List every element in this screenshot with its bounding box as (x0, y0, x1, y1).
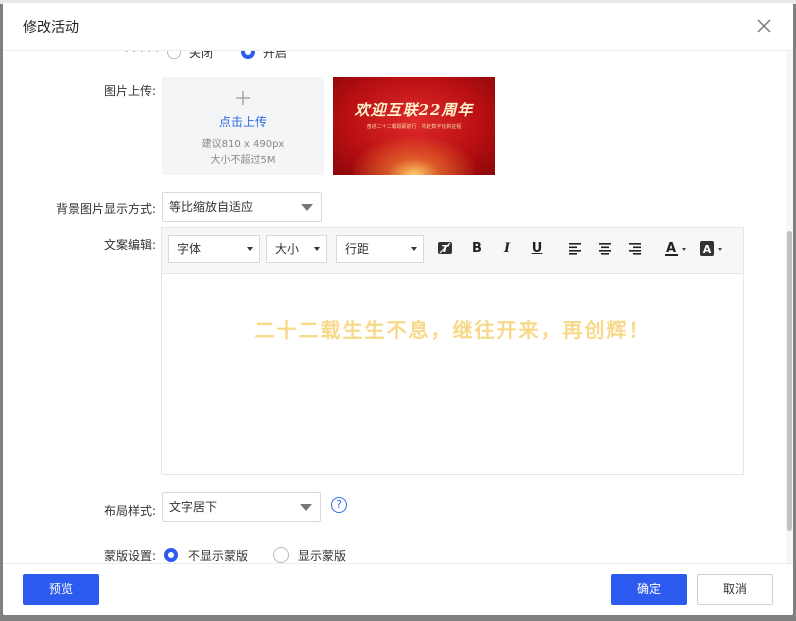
plus-icon (234, 89, 252, 110)
scrollbar-track[interactable] (786, 51, 793, 563)
dialog-title: 修改活动 (23, 20, 79, 36)
bg-display-value: 等比缩放自适应 (169, 200, 254, 214)
bold-icon[interactable]: B (468, 240, 486, 258)
banner-glow (353, 137, 475, 175)
scrollbar-thumb[interactable] (787, 231, 792, 531)
radio-show-mask[interactable] (273, 547, 289, 563)
upload-hint-limit: 大小不超过5M (210, 155, 276, 166)
font-size-value: 大小 (275, 242, 300, 256)
svg-text:A: A (666, 241, 676, 256)
layout-label: 布局样式: (103, 504, 156, 518)
cancel-button[interactable]: 取消 (697, 574, 773, 605)
rich-text-editor[interactable]: 字体 大小 行距 T B I U A A 二十二载生生不息，继往开来，再创辉！ (161, 227, 744, 475)
top-row-label: · · · · · (124, 51, 159, 58)
line-height-select[interactable]: 行距 (336, 235, 424, 263)
font-size-select[interactable]: 大小 (266, 235, 327, 263)
radio-show-mask-label: 显示蒙版 (298, 549, 347, 563)
radio-off[interactable] (167, 51, 181, 59)
editor-toolbar: 字体 大小 行距 T B I U A A (162, 228, 743, 274)
radio-on-label: 开启 (263, 51, 288, 60)
dialog-header: 修改活动 (3, 3, 793, 51)
bg-display-select[interactable]: 等比缩放自适应 (162, 192, 322, 222)
mask-label: 蒙版设置: (103, 549, 156, 563)
close-icon[interactable] (753, 15, 775, 37)
align-center-icon[interactable] (596, 240, 614, 258)
dialog-body: · · · · · 关闭 开启 图片上传: 点击上传 建议810 x 490px… (3, 51, 793, 563)
caret-icon (247, 247, 253, 251)
help-icon[interactable]: ? (331, 497, 347, 513)
upload-link[interactable]: 点击上传 (162, 113, 324, 130)
radio-no-mask-label: 不显示蒙版 (188, 549, 249, 563)
align-left-icon[interactable] (566, 240, 584, 258)
font-family-value: 字体 (177, 242, 202, 256)
chevron-down-icon (301, 204, 313, 211)
align-right-icon[interactable] (626, 240, 644, 258)
bg-display-label: 背景图片显示方式: (55, 202, 156, 216)
confirm-button[interactable]: 确定 (611, 574, 687, 605)
svg-text:A: A (703, 243, 712, 256)
line-height-value: 行距 (345, 242, 370, 256)
copy-editor-label: 文案编辑: (103, 238, 156, 252)
clear-format-icon[interactable]: T (436, 240, 454, 258)
caret-icon (411, 247, 417, 251)
editor-content[interactable]: 二十二载生生不息，继往开来，再创辉！ (162, 314, 743, 343)
caret-icon (314, 247, 320, 251)
radio-no-mask[interactable] (164, 548, 178, 562)
font-color-icon[interactable]: A (664, 240, 690, 258)
upload-hint-size: 建议810 x 490px (201, 139, 285, 150)
edit-activity-dialog: 修改活动 · · · · · 关闭 开启 图片上传: 点击上传 建议810 x … (3, 3, 793, 615)
image-upload-label: 图片上传: (103, 84, 156, 98)
upload-dropzone[interactable]: 点击上传 建议810 x 490px 大小不超过5M (162, 77, 324, 175)
background-color-icon[interactable]: A (700, 240, 726, 258)
dialog-footer: 预览 确定 取消 (3, 563, 793, 615)
radio-on[interactable] (241, 51, 255, 59)
radio-off-label: 关闭 (189, 51, 214, 60)
banner-subtitle: 奋进二十二载砥砺前行 · 共赴数字化新征程 (366, 124, 462, 130)
font-family-select[interactable]: 字体 (168, 235, 260, 263)
underline-icon[interactable]: U (528, 240, 546, 258)
chevron-down-icon (300, 504, 312, 511)
preview-button[interactable]: 预览 (23, 574, 99, 605)
layout-select[interactable]: 文字居下 (162, 492, 321, 522)
banner-title: 欢迎互联22周年 (354, 101, 474, 119)
uploaded-image-preview[interactable]: 欢迎互联22周年 奋进二十二载砥砺前行 · 共赴数字化新征程 (333, 77, 495, 175)
italic-icon[interactable]: I (498, 240, 516, 258)
layout-value: 文字居下 (169, 500, 218, 514)
